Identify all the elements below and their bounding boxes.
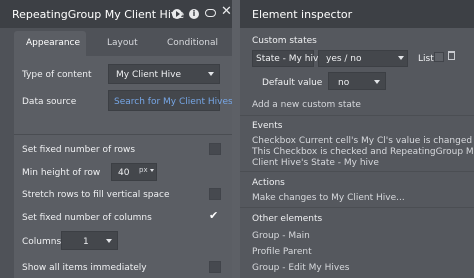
event-line-2[interactable]: This Checkbox is checked and RepeatingGr… [252, 147, 474, 157]
trash-icon[interactable] [448, 51, 455, 60]
columns-label: Columns [22, 237, 62, 247]
min-height-unit: px [139, 166, 148, 174]
list-label: List [418, 54, 434, 64]
fixed-rows-checkbox[interactable] [209, 143, 221, 155]
chevron-down-icon [106, 239, 112, 243]
action-link[interactable]: Make changes to My Client Hive... [252, 193, 405, 203]
element-title: RepeatingGroup My Client Hive [12, 8, 185, 21]
chevron-down-icon [150, 169, 154, 172]
element-inspector-panel: Element inspector Custom states State - … [240, 0, 474, 278]
other-element-item[interactable]: Profile Parent [252, 247, 312, 257]
comment-icon[interactable] [205, 9, 216, 17]
property-editor-panel: RepeatingGroup My Client Hive i ✕ Appear… [0, 0, 233, 278]
inspector-title: Element inspector [252, 8, 353, 21]
min-height-label: Min height of row [22, 168, 101, 178]
add-custom-state-link[interactable]: Add a new custom state [252, 100, 361, 110]
checkmark-icon[interactable]: ✔ [209, 209, 218, 222]
event-line-3[interactable]: Client Hive's State - My hive [252, 158, 379, 168]
tab-conditional[interactable]: Conditional [167, 38, 218, 48]
show-all-items-label: Show all items immediately [22, 263, 147, 273]
default-value-value: no [338, 78, 350, 88]
columns-value: 1 [83, 237, 89, 247]
data-source-value: Search for My Client Hives [114, 97, 233, 107]
tab-appearance-label: Appearance [26, 38, 81, 48]
other-elements-heading: Other elements [252, 214, 323, 224]
stretch-rows-checkbox[interactable] [209, 188, 221, 200]
min-height-value-text: 40 [118, 168, 130, 178]
play-icon[interactable] [172, 9, 182, 19]
type-of-content-value: My Client Hive [116, 70, 181, 80]
other-element-item[interactable]: Group - Main [252, 231, 310, 241]
panel-divider [232, 0, 240, 278]
show-all-items-checkbox[interactable] [209, 261, 221, 273]
actions-heading: Actions [252, 178, 285, 188]
type-of-content-label: Type of content [22, 70, 92, 80]
chevron-down-icon [208, 72, 214, 76]
custom-states-heading: Custom states [252, 36, 317, 46]
close-icon[interactable]: ✕ [221, 5, 232, 19]
default-value-label: Default value [262, 78, 323, 88]
chevron-down-icon [398, 56, 404, 60]
data-source-label: Data source [22, 97, 77, 107]
fixed-columns-label: Set fixed number of columns [22, 213, 152, 223]
stretch-rows-label: Stretch rows to fill vertical space [22, 190, 170, 200]
event-line-1[interactable]: Checkbox Current cell's My Cl's value is… [252, 136, 474, 146]
state-type-value: yes / no [326, 54, 362, 64]
state-name-value: State - My hive [256, 54, 324, 64]
tab-layout[interactable]: Layout [107, 38, 138, 48]
chevron-down-icon [374, 80, 380, 84]
fixed-rows-label: Set fixed number of rows [22, 145, 136, 155]
list-checkbox[interactable] [434, 52, 444, 62]
info-icon[interactable]: i [189, 9, 199, 19]
other-element-item[interactable]: Group - Edit My Hives [252, 263, 349, 273]
events-heading: Events [252, 121, 283, 131]
